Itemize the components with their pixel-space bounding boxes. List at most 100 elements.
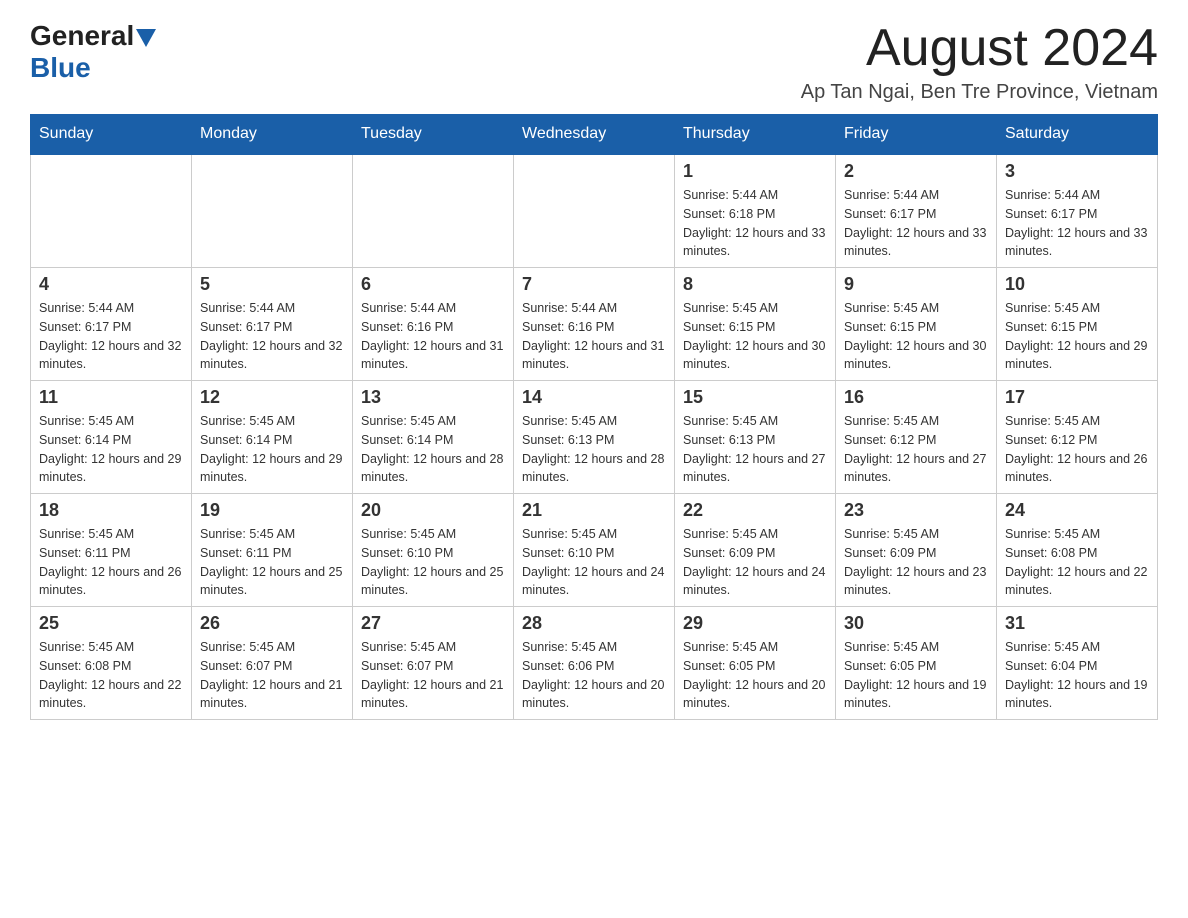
day-info-text: Sunset: 6:07 PM <box>200 657 344 676</box>
day-info-text: Sunrise: 5:45 AM <box>844 638 988 657</box>
day-info-text: Daylight: 12 hours and 19 minutes. <box>1005 676 1149 714</box>
calendar-cell: 3Sunrise: 5:44 AMSunset: 6:17 PMDaylight… <box>997 154 1158 268</box>
day-number: 31 <box>1005 613 1149 634</box>
day-info-text: Sunrise: 5:45 AM <box>1005 638 1149 657</box>
day-info-text: Sunrise: 5:44 AM <box>1005 186 1149 205</box>
day-info-text: Daylight: 12 hours and 23 minutes. <box>844 563 988 601</box>
day-info-text: Sunrise: 5:45 AM <box>844 299 988 318</box>
day-info-text: Sunset: 6:14 PM <box>361 431 505 450</box>
day-info-text: Sunset: 6:15 PM <box>1005 318 1149 337</box>
day-info-text: Sunrise: 5:45 AM <box>39 412 183 431</box>
calendar-cell <box>353 154 514 268</box>
logo-blue-text: Blue <box>30 52 91 84</box>
day-info-text: Sunrise: 5:45 AM <box>200 638 344 657</box>
day-info-text: Daylight: 12 hours and 29 minutes. <box>1005 337 1149 375</box>
day-info-text: Daylight: 12 hours and 30 minutes. <box>683 337 827 375</box>
day-info-text: Daylight: 12 hours and 33 minutes. <box>683 224 827 262</box>
day-info-text: Daylight: 12 hours and 24 minutes. <box>522 563 666 601</box>
day-info-text: Sunrise: 5:45 AM <box>1005 525 1149 544</box>
location-subtitle: Ap Tan Ngai, Ben Tre Province, Vietnam <box>801 81 1158 104</box>
day-info-text: Daylight: 12 hours and 22 minutes. <box>39 676 183 714</box>
calendar-cell: 18Sunrise: 5:45 AMSunset: 6:11 PMDayligh… <box>31 494 192 607</box>
calendar-cell: 29Sunrise: 5:45 AMSunset: 6:05 PMDayligh… <box>675 607 836 720</box>
day-info-text: Sunrise: 5:44 AM <box>39 299 183 318</box>
calendar-cell: 10Sunrise: 5:45 AMSunset: 6:15 PMDayligh… <box>997 268 1158 381</box>
day-info-text: Sunrise: 5:45 AM <box>683 638 827 657</box>
logo-general-text: General <box>30 20 134 52</box>
day-info-text: Sunset: 6:17 PM <box>1005 205 1149 224</box>
calendar-week-row: 4Sunrise: 5:44 AMSunset: 6:17 PMDaylight… <box>31 268 1158 381</box>
column-header-thursday: Thursday <box>675 115 836 155</box>
day-number: 15 <box>683 387 827 408</box>
calendar-cell: 25Sunrise: 5:45 AMSunset: 6:08 PMDayligh… <box>31 607 192 720</box>
day-info-text: Daylight: 12 hours and 21 minutes. <box>200 676 344 714</box>
day-info-text: Sunrise: 5:44 AM <box>844 186 988 205</box>
calendar-cell: 26Sunrise: 5:45 AMSunset: 6:07 PMDayligh… <box>192 607 353 720</box>
day-info-text: Daylight: 12 hours and 22 minutes. <box>1005 563 1149 601</box>
day-info-text: Daylight: 12 hours and 28 minutes. <box>522 450 666 488</box>
day-info-text: Sunrise: 5:45 AM <box>361 638 505 657</box>
day-info-text: Sunrise: 5:45 AM <box>522 638 666 657</box>
day-info-text: Daylight: 12 hours and 29 minutes. <box>39 450 183 488</box>
calendar-cell: 2 Sunrise: 5:44 AMSunset: 6:17 PMDaylight… <box>836 154 997 268</box>
day-info-text: Sunrise: 5:45 AM <box>683 299 827 318</box>
day-info-text: Daylight: 12 hours and 26 minutes. <box>39 563 183 601</box>
calendar-week-row: 1Sunrise: 5:44 AMSunset: 6:18 PMDaylight… <box>31 154 1158 268</box>
day-number: 12 <box>200 387 344 408</box>
calendar-cell: 27Sunrise: 5:45 AMSunset: 6:07 PMDayligh… <box>353 607 514 720</box>
day-info-text: Sunset: 6:10 PM <box>522 544 666 563</box>
day-info-text: Sunset: 6:10 PM <box>361 544 505 563</box>
day-info-text: Sunrise: 5:45 AM <box>844 525 988 544</box>
calendar-cell: 20Sunrise: 5:45 AMSunset: 6:10 PMDayligh… <box>353 494 514 607</box>
day-info-text: Daylight: 12 hours and 20 minutes. <box>683 676 827 714</box>
calendar-cell: 11 Sunrise: 5:45 AMSunset: 6:14 PMDayligh… <box>31 381 192 494</box>
day-info-text: Sunset: 6:11 PM <box>200 544 344 563</box>
day-info-text: Sunset: 6:11 PM <box>39 544 183 563</box>
day-info-text: Sunrise: 5:45 AM <box>522 525 666 544</box>
day-info-text: Sunset: 6:14 PM <box>39 431 183 450</box>
day-info-text: Sunrise: 5:44 AM <box>200 299 344 318</box>
column-header-tuesday: Tuesday <box>353 115 514 155</box>
day-info-text: Sunrise: 5:45 AM <box>1005 299 1149 318</box>
day-number: 4 <box>39 274 183 295</box>
calendar-week-row: 25Sunrise: 5:45 AMSunset: 6:08 PMDayligh… <box>31 607 1158 720</box>
day-number: 18 <box>39 500 183 521</box>
calendar-cell: 21Sunrise: 5:45 AMSunset: 6:10 PMDayligh… <box>514 494 675 607</box>
day-info-text: Daylight: 12 hours and 21 minutes. <box>361 676 505 714</box>
day-info-text: Sunset: 6:12 PM <box>1005 431 1149 450</box>
day-number: 23 <box>844 500 988 521</box>
calendar-cell: 23Sunrise: 5:45 AMSunset: 6:09 PMDayligh… <box>836 494 997 607</box>
day-info-text: Daylight: 12 hours and 29 minutes. <box>200 450 344 488</box>
calendar-cell: 14Sunrise: 5:45 AMSunset: 6:13 PMDayligh… <box>514 381 675 494</box>
calendar-cell <box>31 154 192 268</box>
calendar-cell: 4Sunrise: 5:44 AMSunset: 6:17 PMDaylight… <box>31 268 192 381</box>
day-number: 2 <box>844 161 988 182</box>
column-header-wednesday: Wednesday <box>514 115 675 155</box>
calendar-week-row: 11Sunrise: 5:45 AMSunset: 6:14 PMDayligh… <box>31 381 1158 494</box>
calendar-cell <box>192 154 353 268</box>
day-info-text: Sunset: 6:17 PM <box>200 318 344 337</box>
calendar-cell: 7Sunrise: 5:44 AMSunset: 6:16 PMDaylight… <box>514 268 675 381</box>
day-info-text: Sunrise: 5:45 AM <box>361 412 505 431</box>
day-number: 9 <box>844 274 988 295</box>
day-info-text: Sunrise: 5:44 AM <box>522 299 666 318</box>
day-info-text: Daylight: 12 hours and 25 minutes. <box>200 563 344 601</box>
day-info-text: Sunset: 6:13 PM <box>683 431 827 450</box>
column-header-saturday: Saturday <box>997 115 1158 155</box>
day-number: 6 <box>361 274 505 295</box>
day-info-text: Daylight: 12 hours and 31 minutes. <box>361 337 505 375</box>
calendar-cell: 24Sunrise: 5:45 AMSunset: 6:08 PMDayligh… <box>997 494 1158 607</box>
day-number: 11 <box>39 387 183 408</box>
calendar-week-row: 18Sunrise: 5:45 AMSunset: 6:11 PMDayligh… <box>31 494 1158 607</box>
day-info-text: Daylight: 12 hours and 28 minutes. <box>361 450 505 488</box>
day-number: 16 <box>844 387 988 408</box>
day-info-text: Sunset: 6:12 PM <box>844 431 988 450</box>
calendar-cell: 8Sunrise: 5:45 AMSunset: 6:15 PMDaylight… <box>675 268 836 381</box>
day-info-text: Daylight: 12 hours and 33 minutes. <box>844 224 988 262</box>
day-info-text: Sunset: 6:09 PM <box>683 544 827 563</box>
day-info-text: Sunset: 6:17 PM <box>844 205 988 224</box>
day-info-text: Sunset: 6:15 PM <box>844 318 988 337</box>
day-number: 29 <box>683 613 827 634</box>
day-info-text: Sunset: 6:06 PM <box>522 657 666 676</box>
day-info-text: Sunset: 6:15 PM <box>683 318 827 337</box>
